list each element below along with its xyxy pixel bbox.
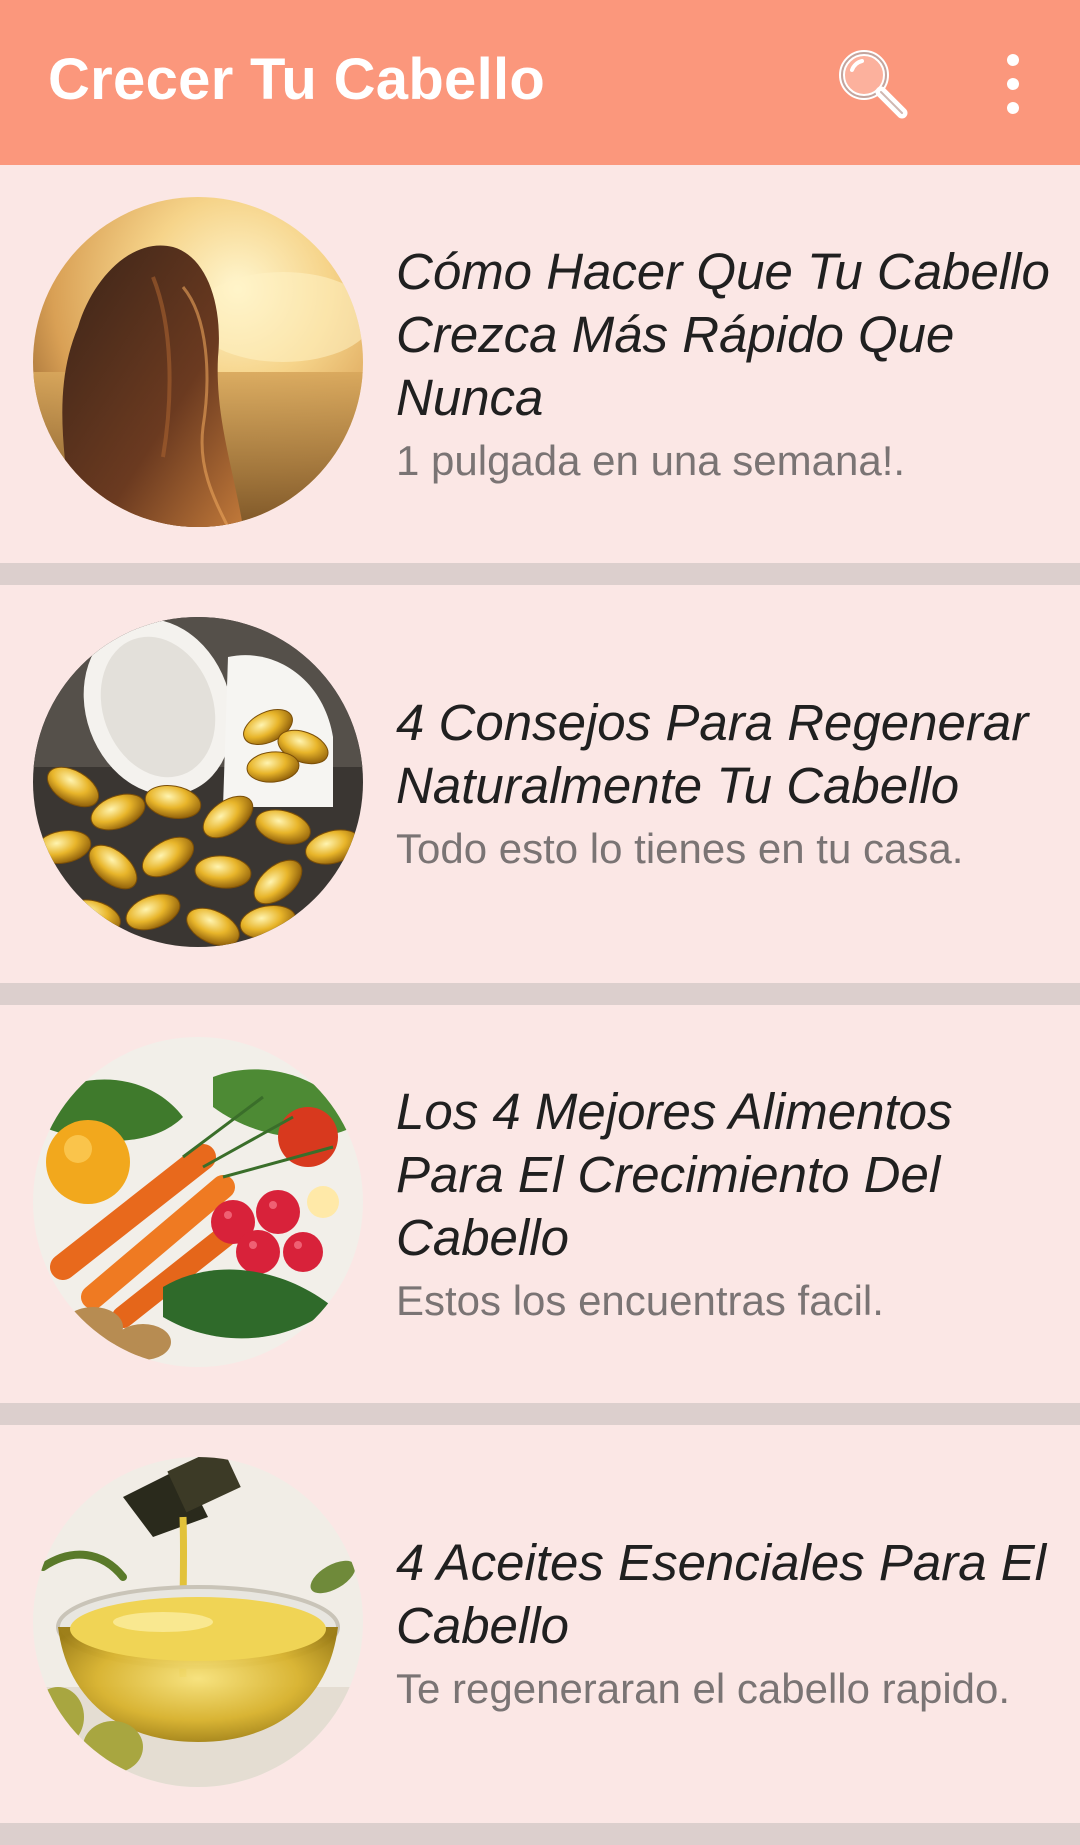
article-text: Cómo Hacer Que Tu Cabello Crezca Más Ráp…: [396, 165, 1060, 563]
olive-oil-bowl-photo: [33, 1457, 363, 1787]
article-thumbnail: [33, 617, 363, 947]
article-subtitle: 1 pulgada en una semana!.: [396, 436, 906, 484]
app-title: Crecer Tu Cabello: [48, 47, 546, 112]
more-vert-dot: [1007, 102, 1019, 114]
article-subtitle: Todo esto lo tienes en tu casa.: [396, 825, 964, 872]
more-vert-icon: [1007, 54, 1019, 66]
article-title: 4 Aceites Esenciales Para El Cabello: [396, 1534, 1047, 1654]
app-bar: Crecer Tu Cabello: [0, 0, 1080, 165]
article-card[interactable]: 4 Consejos Para Regenerar Naturalmente T…: [0, 585, 1080, 983]
article-thumbnail: [33, 197, 363, 527]
article-text: 4 Aceites Esenciales Para El Cabello Te …: [396, 1425, 1060, 1823]
article-subtitle: Te regeneraran el cabello rapido.: [396, 1665, 1011, 1712]
woman-in-sunset-field-photo: [33, 197, 363, 527]
article-card[interactable]: 4 Aceites Esenciales Para El Cabello Te …: [0, 1425, 1080, 1823]
article-thumbnail: [33, 1457, 363, 1787]
article-card[interactable]: Los 4 Mejores Alimentos Para El Crecimie…: [0, 1005, 1080, 1403]
more-options-button[interactable]: [990, 48, 1036, 120]
article-text: 4 Consejos Para Regenerar Naturalmente T…: [396, 585, 1060, 983]
vegetables-and-berries-photo: [33, 1037, 363, 1367]
article-title: 4 Consejos Para Regenerar Naturalmente T…: [396, 694, 1029, 814]
article-text: Los 4 Mejores Alimentos Para El Crecimie…: [396, 1005, 1060, 1403]
article-title: Los 4 Mejores Alimentos Para El Crecimie…: [396, 1082, 953, 1266]
article-card[interactable]: Cómo Hacer Que Tu Cabello Crezca Más Ráp…: [0, 165, 1080, 563]
article-subtitle: Estos los encuentras facil.: [396, 1276, 884, 1324]
article-title: Cómo Hacer Que Tu Cabello Crezca Más Ráp…: [396, 242, 1050, 426]
supplement-capsules-photo: [33, 617, 363, 947]
more-vert-dot: [1007, 78, 1019, 90]
search-button[interactable]: [830, 42, 916, 128]
article-thumbnail: [33, 1037, 363, 1367]
search-icon: [839, 50, 908, 119]
